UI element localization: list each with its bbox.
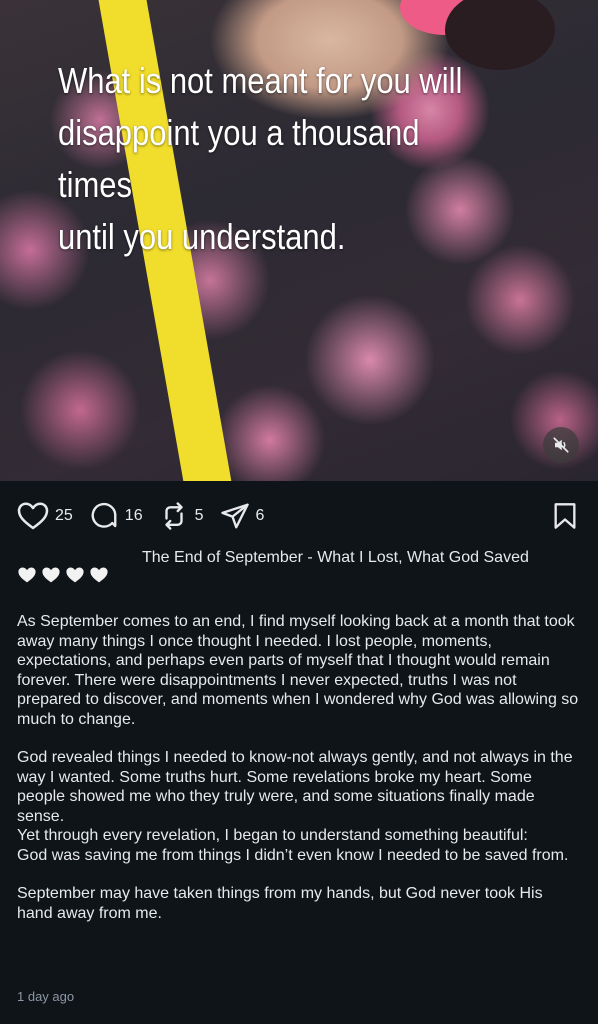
bookmark-icon <box>554 503 576 529</box>
reply-count: 16 <box>124 507 143 524</box>
action-bar: 25 16 5 6 <box>17 499 580 533</box>
comment-icon <box>91 502 117 528</box>
post-body: As September comes to an end, I find mys… <box>17 612 582 942</box>
post-paragraph: God revealed things I needed to know-not… <box>17 749 573 864</box>
send-icon <box>220 503 249 529</box>
heart-icon <box>17 502 49 530</box>
repost-icon <box>164 502 183 530</box>
share-button[interactable]: 6 <box>220 501 265 531</box>
white-heart-icon <box>66 567 84 583</box>
like-button[interactable]: 25 <box>17 501 73 531</box>
reply-button[interactable]: 16 <box>89 501 143 531</box>
like-count: 25 <box>55 507 73 524</box>
post-title: The End of September - What I Lost, What… <box>142 549 529 566</box>
speaker-muted-icon <box>553 437 569 453</box>
bookmark-button[interactable] <box>552 502 578 535</box>
post-timestamp[interactable]: 1 day ago <box>17 989 74 1004</box>
post-paragraph: September may have taken things from my … <box>17 885 543 922</box>
mute-button[interactable] <box>543 427 579 463</box>
video-overlay-text: What is not meant for you will disappoin… <box>58 60 463 257</box>
post-paragraph: As September comes to an end, I find mys… <box>17 613 579 728</box>
repost-count: 5 <box>194 507 204 524</box>
repost-button[interactable]: 5 <box>159 501 204 531</box>
share-count: 6 <box>255 507 265 524</box>
white-heart-icon <box>18 567 36 583</box>
post-video[interactable]: What is not meant for you will disappoin… <box>0 0 598 481</box>
white-heart-icon <box>90 567 108 583</box>
white-heart-icon <box>42 567 60 583</box>
heart-emojis <box>17 566 109 584</box>
